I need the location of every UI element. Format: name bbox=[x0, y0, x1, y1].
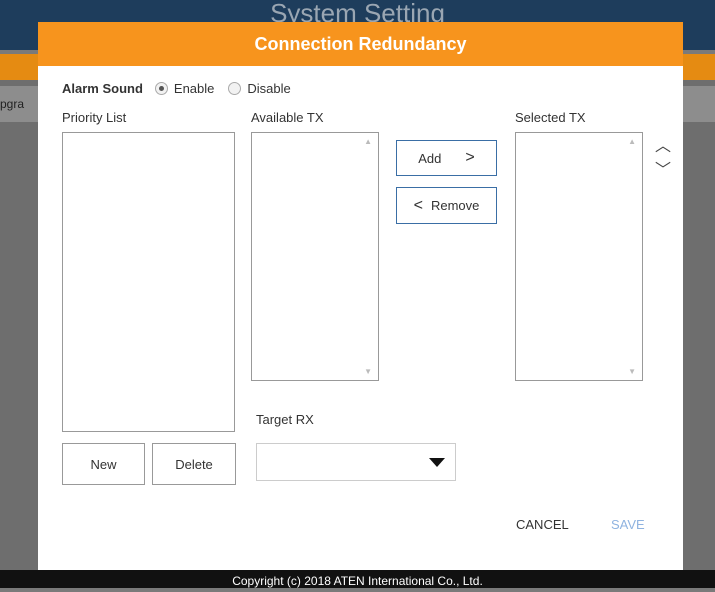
enable-radio-label[interactable]: Enable bbox=[174, 81, 214, 96]
scroll-up-icon[interactable]: ▲ bbox=[628, 137, 636, 146]
new-button-label: New bbox=[90, 456, 117, 472]
dialog-title: Connection Redundancy bbox=[38, 22, 683, 66]
move-up-icon[interactable]: ︿ bbox=[655, 132, 671, 156]
priority-list-label: Priority List bbox=[62, 110, 127, 125]
enable-radio[interactable] bbox=[154, 82, 168, 95]
dropdown-arrow-icon bbox=[429, 458, 445, 467]
scroll-up-icon[interactable]: ▲ bbox=[364, 137, 372, 146]
selected-tx-list[interactable]: ▲ ▼ bbox=[515, 132, 643, 381]
disable-radio[interactable] bbox=[228, 82, 242, 95]
available-tx-list[interactable]: ▲ ▼ bbox=[251, 132, 379, 381]
delete-button-label: Delete bbox=[175, 456, 213, 472]
target-rx-label: Target RX bbox=[256, 412, 314, 427]
scroll-down-icon[interactable]: ▼ bbox=[364, 367, 372, 376]
chevron-right-icon: > bbox=[465, 149, 475, 166]
chevron-left-icon: < bbox=[413, 196, 423, 214]
add-button-label: Add bbox=[418, 150, 442, 166]
new-button[interactable]: New bbox=[62, 443, 145, 485]
save-button[interactable]: SAVE bbox=[611, 517, 645, 532]
remove-button-label: Remove bbox=[430, 198, 480, 213]
background-upgrade-label: pgra bbox=[0, 97, 25, 111]
alarm-sound-label: Alarm Sound bbox=[62, 81, 143, 96]
alarm-sound-group: Alarm Sound Enable Disable bbox=[62, 81, 305, 96]
selected-tx-label: Selected TX bbox=[515, 110, 586, 125]
scroll-down-icon[interactable]: ▼ bbox=[628, 367, 636, 376]
target-rx-select[interactable] bbox=[256, 443, 456, 481]
connection-redundancy-dialog: Connection Redundancy Alarm Sound Enable… bbox=[38, 22, 683, 570]
disable-radio-label[interactable]: Disable bbox=[247, 81, 290, 96]
footer-copyright: Copyright (c) 2018 ATEN International Co… bbox=[0, 570, 715, 588]
cancel-button[interactable]: CANCEL bbox=[516, 517, 569, 532]
move-down-icon[interactable]: ﹀ bbox=[655, 156, 671, 180]
add-button[interactable]: Add > bbox=[396, 140, 497, 176]
available-tx-label: Available TX bbox=[251, 110, 324, 125]
remove-button[interactable]: < Remove bbox=[396, 187, 497, 224]
priority-list-box[interactable] bbox=[62, 132, 235, 432]
delete-button[interactable]: Delete bbox=[152, 443, 236, 485]
